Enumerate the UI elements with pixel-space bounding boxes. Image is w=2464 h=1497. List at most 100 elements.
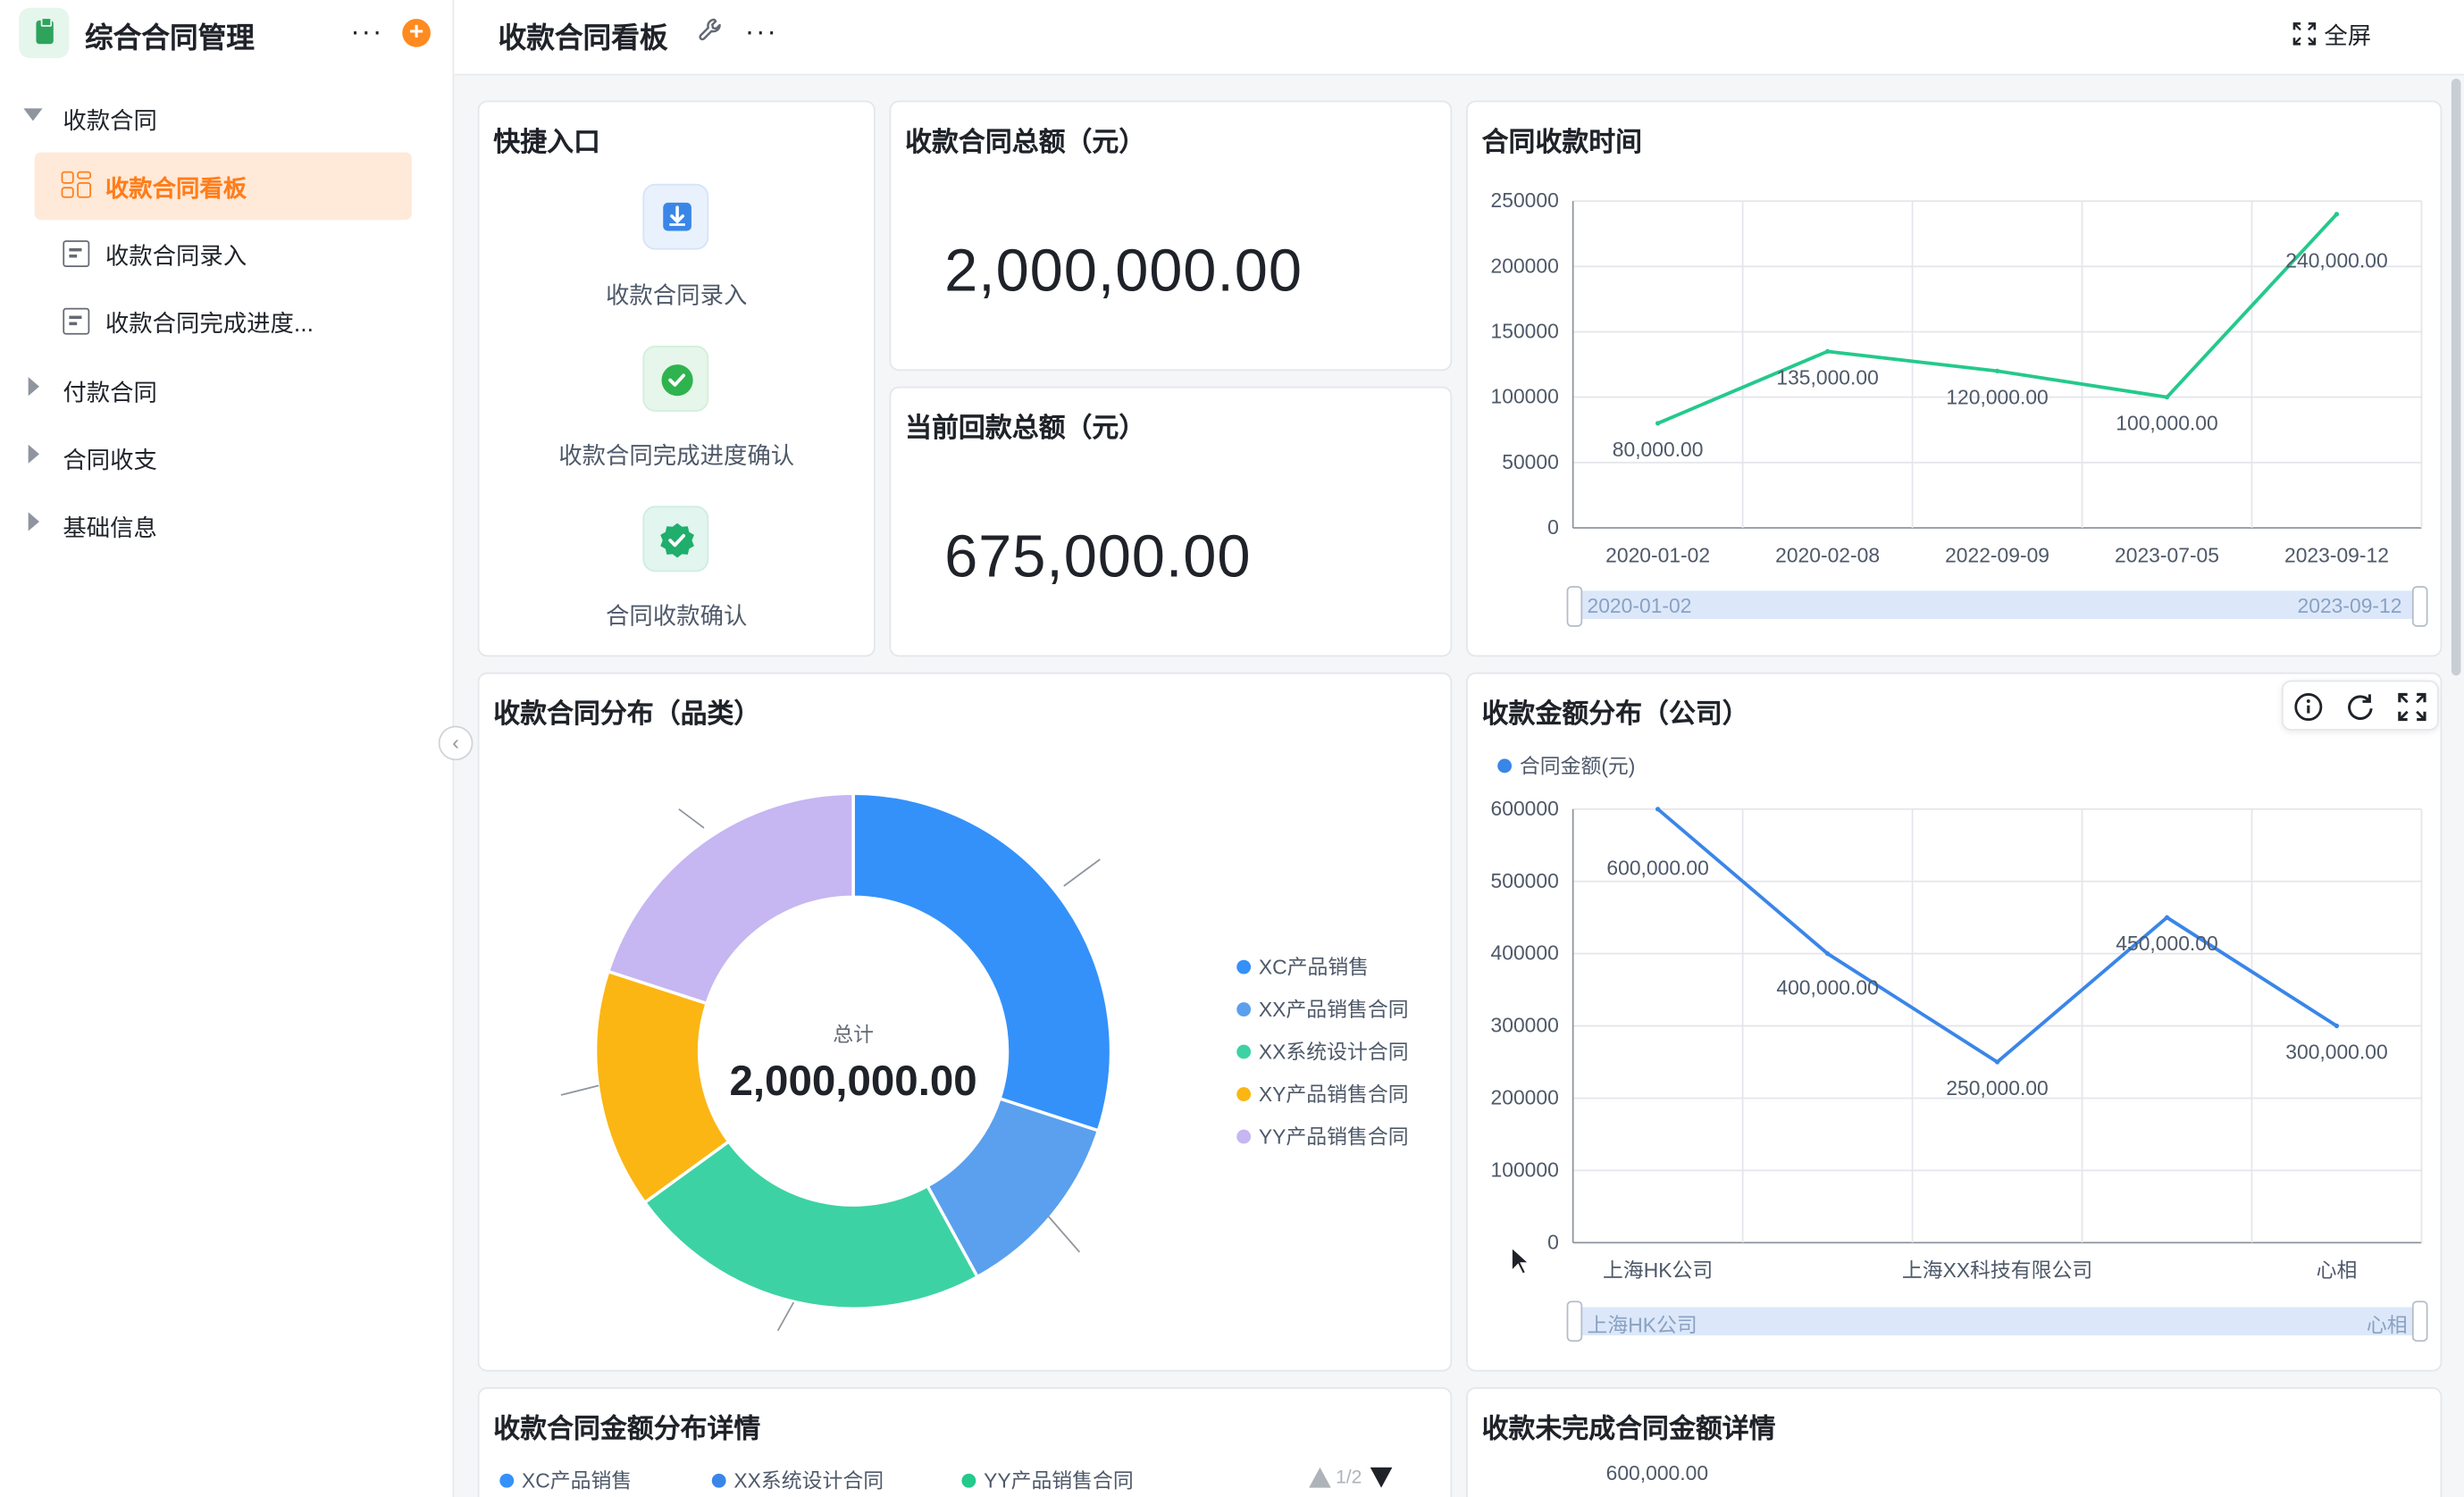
data-label: 240,000.00 xyxy=(2285,249,2387,272)
range-end-label: 2023-09-12 xyxy=(2297,593,2402,618)
range-handle-right[interactable] xyxy=(2411,586,2428,627)
check-circle-icon[interactable] xyxy=(642,345,709,412)
leader-line xyxy=(1063,858,1101,887)
range-handle-left[interactable] xyxy=(1566,586,1583,627)
legend-item[interactable]: YY产品销售合同 xyxy=(961,1464,1134,1493)
legend-item[interactable]: YY产品销售合同 xyxy=(1236,1120,1409,1150)
wrench-icon[interactable] xyxy=(698,17,723,50)
sidebar-group-label: 合同收支 xyxy=(63,447,157,475)
caret-right-icon xyxy=(28,512,39,531)
legend-dot xyxy=(1236,1087,1252,1101)
x-tick-label: 2020-02-08 xyxy=(1775,544,1880,567)
leader-line xyxy=(678,808,705,829)
legend-dot xyxy=(1236,959,1252,974)
legend-item[interactable]: XC产品销售 xyxy=(1236,950,1369,980)
data-label: 80,000.00 xyxy=(1613,438,1704,461)
collapse-sidebar-button[interactable]: ‹ xyxy=(438,725,474,761)
company-chart-card: 收款金额分布（公司） 合同金额(元) 0 100000 200000 300000 40… xyxy=(1466,672,2443,1372)
range-start-label: 2020-01-02 xyxy=(1587,593,1692,618)
page-scrollbar[interactable] xyxy=(2451,78,2461,676)
sidebar-group-receipt-contract[interactable]: 收款合同 xyxy=(0,85,454,153)
download-icon[interactable] xyxy=(642,183,709,250)
topbar: 收款合同看板 ··· 全屏 xyxy=(454,0,2464,76)
x-tick-label: 2023-09-12 xyxy=(2284,544,2389,567)
sidebar-item-dashboard[interactable]: 收款合同看板 xyxy=(34,152,412,221)
legend-label: YY产品销售合同 xyxy=(984,1468,1134,1493)
app-frame: 综合合同管理 ··· + 收款合同 收款合同看板 收款合同录入 收款合同完成进度… xyxy=(0,0,2464,1497)
x-tick-label: 心相 xyxy=(2317,1259,2358,1282)
caret-right-icon xyxy=(28,377,39,397)
card-title: 快捷入口 xyxy=(493,127,600,157)
sidebar-item-progress[interactable]: 收款合同完成进度... xyxy=(35,288,412,355)
data-point xyxy=(1994,1059,2000,1065)
legend-item[interactable]: XX产品销售合同 xyxy=(1236,993,1409,1023)
quick-entry-progress-confirm[interactable]: 收款合同完成进度确认 xyxy=(479,439,873,472)
legend-item[interactable]: XX系统设计合同 xyxy=(1236,1035,1409,1065)
dashboard-icon xyxy=(61,171,92,198)
y-tick-label: 600000 xyxy=(1491,797,1559,820)
y-tick-label: 200000 xyxy=(1491,1086,1559,1109)
legend-item[interactable]: XY产品销售合同 xyxy=(1236,1078,1409,1108)
x-tick-label: 2023-07-05 xyxy=(2115,544,2219,567)
check-badge-icon[interactable] xyxy=(642,506,709,573)
company-range-slider[interactable] xyxy=(1572,1307,2424,1336)
page-down-icon[interactable] xyxy=(1370,1467,1393,1488)
sidebar-group-income-expense[interactable]: 合同收支 xyxy=(0,424,454,492)
time-chart-card: 合同收款时间 0 50000 100000 150000 200000 250000 202… xyxy=(1466,100,2443,657)
clipboard-icon xyxy=(19,7,70,59)
time-range-slider[interactable] xyxy=(1572,590,2424,620)
more-options-icon[interactable]: ··· xyxy=(350,17,383,46)
quick-entry-contract-input[interactable]: 收款合同录入 xyxy=(479,278,873,311)
y-tick-label: 250000 xyxy=(1491,188,1559,212)
legend-dot xyxy=(1236,1002,1252,1017)
sidebar-item-contract-entry[interactable]: 收款合同录入 xyxy=(35,220,412,288)
data-label: 600,000.00 xyxy=(1606,857,1708,880)
unfinished-card: 收款未完成合同金额详情 600,000.00 xyxy=(1466,1387,2443,1497)
caret-down-icon xyxy=(23,108,43,121)
page-up-icon[interactable] xyxy=(1309,1467,1331,1488)
sidebar-group-payment-contract[interactable]: 付款合同 xyxy=(0,356,454,424)
sidebar-group-label: 收款合同 xyxy=(63,108,157,136)
card-title: 收款合同金额分布详情 xyxy=(493,1414,761,1444)
quick-entry-receipt-confirm[interactable]: 合同收款确认 xyxy=(479,598,873,631)
range-handle-right[interactable] xyxy=(2411,1300,2428,1342)
category-chart-card: 收款合同分布（品类） 总计 2,000,000.00 XC产品销售 XX产品销售合同… xyxy=(477,672,1453,1372)
form-icon xyxy=(63,240,90,268)
data-point xyxy=(2334,212,2340,217)
legend-label: XX系统设计合同 xyxy=(1258,1040,1409,1064)
data-label: 100,000.00 xyxy=(2116,412,2217,435)
y-tick-label: 100000 xyxy=(1491,385,1559,408)
fullscreen-button[interactable]: 全屏 xyxy=(2292,19,2371,52)
y-tick-label: 500000 xyxy=(1491,869,1559,892)
data-point xyxy=(1994,368,2000,374)
x-tick-label: 2022-09-09 xyxy=(1945,544,2049,567)
company-line-chart: 0 100000 200000 300000 400000 500000 600000 上海H… xyxy=(1491,797,2423,1282)
data-label: 135,000.00 xyxy=(1776,365,1878,389)
legend-item[interactable]: XX系统设计合同 xyxy=(711,1464,884,1493)
donut-center-label: 总计 xyxy=(833,1023,874,1046)
y-tick-label: 400000 xyxy=(1491,941,1559,965)
sidebar-group-label: 基础信息 xyxy=(63,514,157,542)
total-amount-value: 2,000,000.00 xyxy=(944,238,1303,305)
data-label: 450,000.00 xyxy=(2116,932,2217,955)
y-tick-label: 300000 xyxy=(1491,1014,1559,1037)
sidebar-group-basic-info[interactable]: 基础信息 xyxy=(0,492,454,560)
add-icon[interactable]: + xyxy=(402,19,431,47)
app-title: 综合合同管理 xyxy=(84,21,255,54)
screen-root: 综合合同管理 ··· + 收款合同 收款合同看板 收款合同录入 收款合同完成进度… xyxy=(0,0,2464,1497)
x-tick-label: 2020-01-02 xyxy=(1605,544,1710,567)
range-handle-left[interactable] xyxy=(1566,1300,1583,1342)
data-label: 400,000.00 xyxy=(1776,975,1878,999)
range-end-label: 心相 xyxy=(2366,1313,2408,1337)
more-options-icon[interactable]: ··· xyxy=(745,17,778,46)
app-header: 综合合同管理 ··· + xyxy=(0,0,454,66)
data-label: 120,000.00 xyxy=(1946,385,2048,408)
data-label: 300,000.00 xyxy=(2285,1040,2387,1063)
legend-item[interactable]: XC产品销售 xyxy=(499,1464,632,1493)
page-title: 收款合同看板 xyxy=(498,21,668,54)
legend-label: XX产品销售合同 xyxy=(1258,997,1409,1022)
fullscreen-icon xyxy=(2292,22,2317,46)
legend-label: YY产品销售合同 xyxy=(1258,1125,1409,1149)
legend-dot xyxy=(1236,1044,1252,1059)
x-tick-label: 上海XX科技有限公司 xyxy=(1902,1259,2092,1282)
